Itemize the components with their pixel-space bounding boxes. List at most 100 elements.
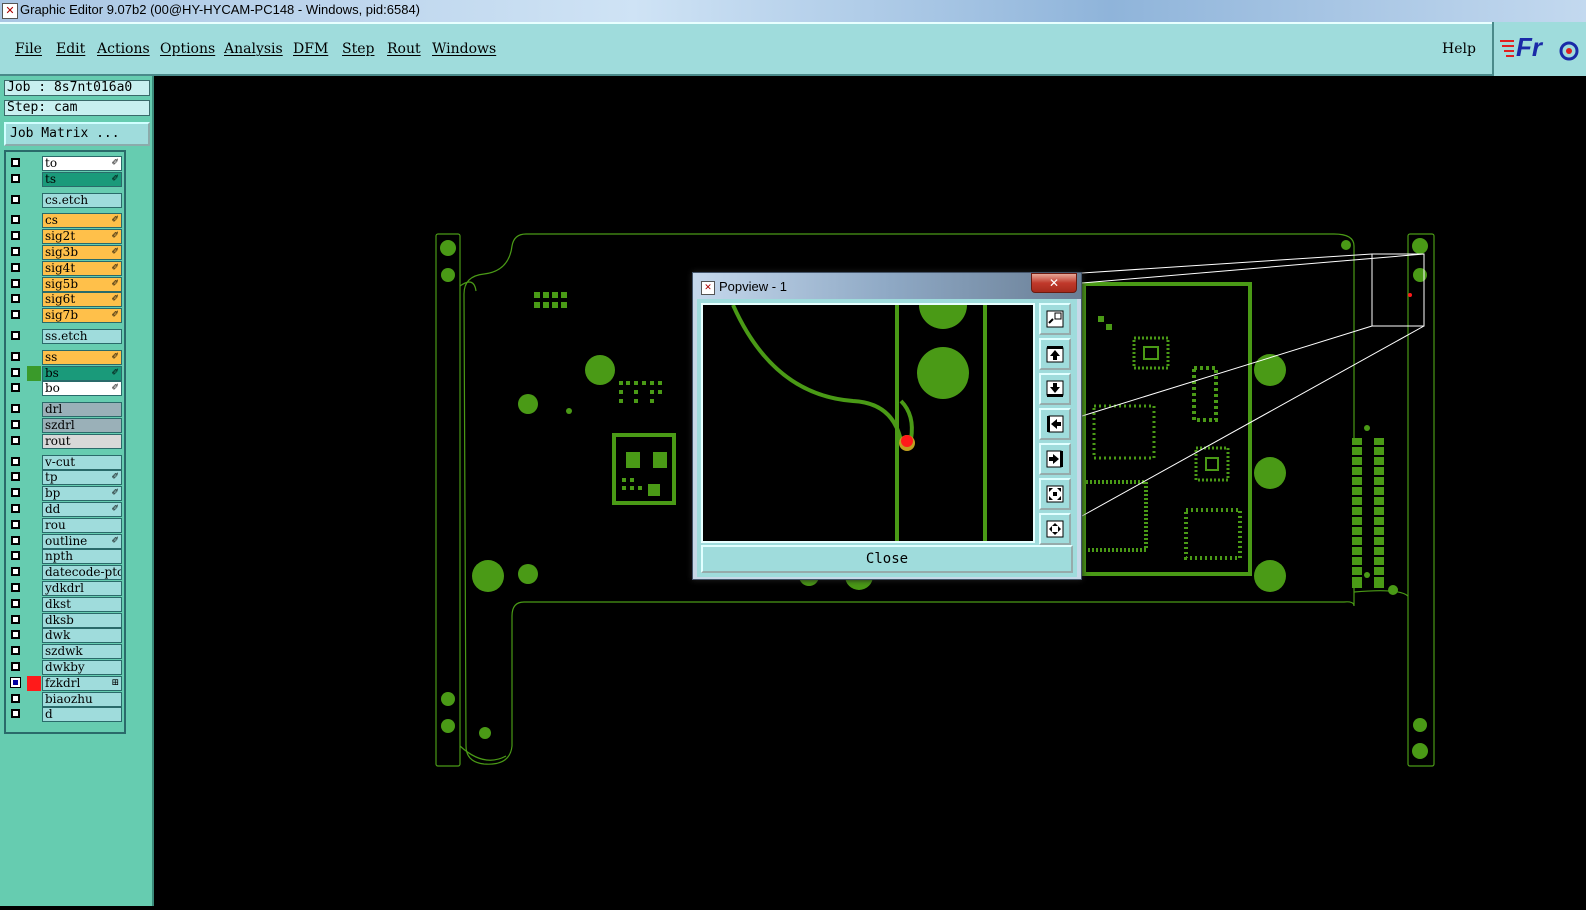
layer-checkbox[interactable] — [11, 383, 20, 393]
layer-name-rout[interactable]: rout — [42, 433, 122, 449]
layer-checkbox[interactable] — [11, 551, 20, 561]
layer-name-dwkby[interactable]: dwkby — [42, 660, 122, 675]
layer-checkbox[interactable] — [11, 488, 20, 498]
menu-step[interactable]: Step — [342, 41, 374, 57]
layer-row[interactable]: bo ✐ — [6, 381, 124, 397]
layer-row[interactable]: to ✐ — [6, 156, 124, 171]
layer-name-bs[interactable]: bs ✐ — [42, 365, 122, 381]
layer-row[interactable]: dwkby — [6, 660, 124, 675]
layer-name-ss.etch[interactable]: ss.etch — [42, 329, 122, 344]
layer-row[interactable]: dksb — [6, 612, 124, 628]
popview-close-button[interactable]: Close — [701, 545, 1073, 573]
layer-name-npth[interactable]: npth — [42, 549, 122, 565]
layer-checkbox[interactable] — [11, 351, 20, 361]
layer-name-tp[interactable]: tp ✐ — [42, 470, 122, 486]
layer-checkbox[interactable] — [11, 535, 20, 545]
layer-name-to[interactable]: to ✐ — [42, 156, 122, 171]
layer-checkbox[interactable] — [11, 173, 20, 183]
layer-row[interactable]: ss ✐ — [6, 349, 124, 365]
pan-right-icon[interactable] — [1039, 443, 1071, 475]
layer-row[interactable]: szdwk — [6, 644, 124, 660]
layer-name-biaozhu[interactable]: biaozhu — [42, 691, 122, 707]
layer-checkbox[interactable] — [11, 709, 20, 719]
layer-checkbox[interactable] — [11, 331, 20, 340]
layer-name-sig5b[interactable]: sig5b ✐ — [42, 276, 122, 292]
layer-row[interactable]: npth — [6, 549, 124, 565]
menu-help[interactable]: Help — [1442, 41, 1476, 57]
layer-row[interactable]: sig4t ✐ — [6, 260, 124, 276]
job-matrix-button[interactable]: Job Matrix ... — [4, 122, 150, 146]
layer-checkbox[interactable] — [11, 404, 20, 414]
layer-row[interactable]: sig5b ✐ — [6, 276, 124, 292]
layer-name-outline[interactable]: outline ✐ — [42, 533, 122, 549]
layer-row[interactable]: sig7b ✐ — [6, 308, 124, 324]
layer-name-bp[interactable]: bp ✐ — [42, 486, 122, 502]
layer-row[interactable]: rou — [6, 517, 124, 533]
layer-name-fzkdrl[interactable]: fzkdrl ⊞ — [42, 675, 122, 691]
menu-file[interactable]: File — [15, 41, 42, 57]
layer-name-datecode-ptc[interactable]: datecode-ptc — [42, 565, 122, 581]
layer-checkbox[interactable] — [11, 567, 20, 577]
layer-row[interactable]: cs.etch — [6, 192, 124, 208]
menu-dfm[interactable]: DFM — [293, 41, 328, 57]
layer-row[interactable]: bs ✐ — [6, 365, 124, 381]
layer-row[interactable]: bp ✐ — [6, 486, 124, 502]
layer-row[interactable]: sig6t ✐ — [6, 292, 124, 308]
layer-name-d[interactable]: d — [42, 707, 122, 723]
layer-name-ydkdrl[interactable]: ydkdrl — [42, 581, 122, 596]
layer-name-dkst[interactable]: dkst — [42, 596, 122, 612]
layer-row[interactable]: szdrl — [6, 418, 124, 433]
layer-row[interactable]: sig2t ✐ — [6, 229, 124, 245]
zoom-out-icon[interactable] — [1039, 513, 1071, 545]
layer-name-sig3b[interactable]: sig3b ✐ — [42, 245, 122, 260]
layer-name-dwk[interactable]: dwk — [42, 628, 122, 644]
layer-name-ts[interactable]: ts ✐ — [42, 171, 122, 187]
layer-name-sig7b[interactable]: sig7b ✐ — [42, 308, 122, 324]
layer-row[interactable]: ts ✐ — [6, 171, 124, 187]
pan-up-icon[interactable] — [1039, 338, 1071, 370]
layer-checkbox[interactable] — [11, 278, 20, 288]
pan-left-icon[interactable] — [1039, 408, 1071, 440]
layer-row[interactable]: dkst — [6, 596, 124, 612]
layer-checkbox[interactable] — [11, 194, 20, 204]
layer-row[interactable]: tp ✐ — [6, 470, 124, 486]
layer-name-cs[interactable]: cs ✐ — [42, 213, 122, 229]
layer-checkbox[interactable] — [11, 519, 20, 529]
menu-analysis[interactable]: Analysis — [224, 41, 283, 57]
popview-close-x-button[interactable]: ✕ — [1031, 273, 1077, 293]
layer-name-szdrl[interactable]: szdrl — [42, 418, 122, 433]
layer-row[interactable]: fzkdrl ⊞ — [6, 675, 124, 691]
layer-checkbox[interactable] — [11, 472, 20, 482]
zoom-in-icon[interactable] — [1039, 303, 1071, 335]
layer-row[interactable]: d — [6, 707, 124, 723]
layer-checkbox[interactable] — [11, 231, 20, 241]
menu-windows[interactable]: Windows — [432, 41, 496, 57]
layer-name-sig6t[interactable]: sig6t ✐ — [42, 292, 122, 308]
layer-row[interactable]: dwk — [6, 628, 124, 644]
pan-down-icon[interactable] — [1039, 373, 1071, 405]
layer-name-dksb[interactable]: dksb — [42, 612, 122, 628]
layer-checkbox[interactable] — [11, 614, 20, 624]
layer-checkbox[interactable] — [11, 630, 20, 640]
zoom-fit-icon[interactable] — [1039, 478, 1071, 510]
layer-row[interactable]: dd ✐ — [6, 502, 124, 517]
menu-options[interactable]: Options — [160, 41, 215, 57]
layer-checkbox[interactable] — [11, 693, 20, 703]
layer-row[interactable]: drl — [6, 402, 124, 418]
layer-row[interactable]: biaozhu — [6, 691, 124, 707]
layer-name-cs.etch[interactable]: cs.etch — [42, 192, 122, 208]
layer-checkbox[interactable] — [11, 367, 20, 377]
layer-checkbox[interactable] — [11, 646, 20, 656]
layer-checkbox[interactable] — [11, 583, 20, 592]
layer-checkbox[interactable] — [11, 294, 20, 304]
layer-checkbox[interactable] — [11, 420, 20, 429]
layer-checkbox[interactable] — [11, 158, 20, 167]
popview-zoom-view[interactable] — [701, 281, 1035, 543]
menu-edit[interactable]: Edit — [56, 41, 85, 57]
layer-name-dd[interactable]: dd ✐ — [42, 502, 122, 517]
layer-checkbox[interactable] — [10, 676, 21, 688]
layer-checkbox[interactable] — [11, 598, 20, 608]
layer-name-drl[interactable]: drl — [42, 402, 122, 418]
layer-checkbox[interactable] — [11, 456, 20, 466]
layer-name-bo[interactable]: bo ✐ — [42, 381, 122, 397]
